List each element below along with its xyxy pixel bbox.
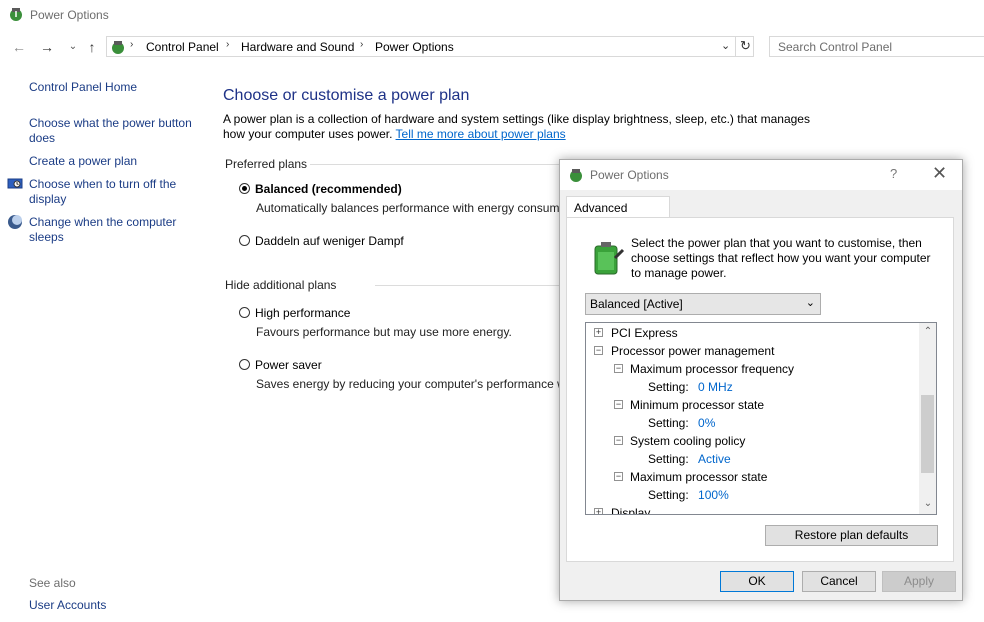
plan-name-custom[interactable]: Daddeln auf weniger Dampf <box>255 234 404 248</box>
setting-label: Setting: <box>648 452 689 466</box>
tree-label: System cooling policy <box>630 434 746 448</box>
sidebar-link-create-plan[interactable]: Create a power plan <box>29 154 137 169</box>
control-panel-icon <box>112 41 124 54</box>
breadcrumb-hardware-and-sound[interactable]: Hardware and Sound <box>241 40 354 54</box>
dialog-title: Power Options <box>590 168 669 182</box>
breadcrumb-separator-icon: › <box>226 39 230 50</box>
tree-label: Maximum processor frequency <box>630 362 795 376</box>
apply-button[interactable]: Apply <box>882 571 956 592</box>
see-also-label: See also <box>29 576 76 590</box>
window-title: Power Options <box>30 8 109 22</box>
tree-label: Processor power management <box>611 344 775 358</box>
sidebar-link-power-button[interactable]: Choose what the power button does <box>29 116 204 146</box>
plan-radio-custom[interactable] <box>239 235 250 246</box>
tree-label: Maximum processor state <box>630 470 768 484</box>
setting-label: Setting: <box>648 380 689 394</box>
window-titlebar: Power Options <box>0 0 984 30</box>
scroll-down-arrow-icon[interactable]: ⌄ <box>922 498 934 510</box>
forward-arrow-icon[interactable]: → <box>38 38 56 56</box>
plan-select[interactable]: Balanced [Active] ⌄ <box>585 293 821 315</box>
power-options-dialog: Power Options ? ✕ Advanced settings Sele… <box>559 159 963 601</box>
moon-icon <box>8 215 22 229</box>
plan-radio-balanced[interactable] <box>239 183 250 194</box>
up-arrow-icon[interactable]: ↑ <box>83 38 101 56</box>
setting-value[interactable]: 0% <box>698 416 715 430</box>
collapse-icon[interactable]: − <box>594 346 603 355</box>
collapse-icon[interactable]: − <box>614 436 623 445</box>
intro-text: Select the power plan that you want to c… <box>631 236 931 280</box>
address-divider <box>735 37 736 56</box>
breadcrumb-separator-icon: › <box>130 39 134 50</box>
setting-label: Setting: <box>648 416 689 430</box>
control-panel-home-link[interactable]: Control Panel Home <box>29 80 137 95</box>
monitor-clock-icon <box>7 178 23 189</box>
sidebar-link-display-off[interactable]: Choose when to turn off the display <box>29 177 204 207</box>
expand-icon[interactable]: + <box>594 328 603 337</box>
breadcrumb-power-options[interactable]: Power Options <box>375 40 454 54</box>
breadcrumb-control-panel[interactable]: Control Panel <box>146 40 219 54</box>
tree-label: PCI Express <box>611 326 678 340</box>
setting-value[interactable]: 0 MHz <box>698 380 733 394</box>
plan-desc-high-performance: Favours performance but may use more ene… <box>256 325 512 339</box>
close-icon[interactable]: ✕ <box>932 163 947 184</box>
dialog-titlebar: Power Options ? ✕ <box>560 160 962 190</box>
search-box[interactable]: Search Control Panel <box>769 36 984 57</box>
plan-desc-balanced: Automatically balances performance with … <box>256 201 559 215</box>
power-options-icon <box>10 8 22 21</box>
tree-setting-cooling-policy[interactable]: Setting: Active <box>648 450 731 468</box>
tree-setting-max-frequency[interactable]: Setting: 0 MHz <box>648 378 733 396</box>
breadcrumb-separator-icon: › <box>360 39 364 50</box>
tree-setting-max-processor-state[interactable]: Setting: 100% <box>648 486 729 504</box>
plan-select-value: Balanced [Active] <box>590 297 683 311</box>
cancel-button[interactable]: Cancel <box>802 571 876 592</box>
setting-label: Setting: <box>648 488 689 502</box>
recent-locations-chevron-icon[interactable]: ⌄ <box>64 38 82 56</box>
tab-advanced-settings[interactable]: Advanced settings <box>566 196 670 229</box>
back-arrow-icon[interactable]: ← <box>10 38 28 56</box>
tree-scrollbar[interactable]: ⌃ ⌄ <box>919 323 936 514</box>
tree-setting-min-processor-state[interactable]: Setting: 0% <box>648 414 715 432</box>
preferred-plans-label: Preferred plans <box>225 157 308 171</box>
help-button[interactable]: ? <box>890 166 897 181</box>
collapse-icon[interactable]: − <box>614 364 623 373</box>
divider <box>310 164 560 165</box>
user-accounts-link[interactable]: User Accounts <box>29 598 106 613</box>
settings-tree[interactable]: + PCI Express − Processor power manageme… <box>585 322 937 515</box>
refresh-icon[interactable]: ↻ <box>740 38 751 54</box>
chevron-down-icon: ⌄ <box>805 297 815 309</box>
scroll-thumb[interactable] <box>921 395 934 473</box>
plan-desc-power-saver: Saves energy by reducing your computer's… <box>256 377 559 391</box>
sidebar-link-sleep[interactable]: Change when the computer sleeps <box>29 215 204 245</box>
plan-radio-power-saver[interactable] <box>239 359 250 370</box>
ok-button[interactable]: OK <box>720 571 794 592</box>
restore-defaults-button[interactable]: Restore plan defaults <box>765 525 938 546</box>
setting-value[interactable]: Active <box>698 452 731 466</box>
search-placeholder: Search Control Panel <box>778 40 893 54</box>
plan-name-power-saver[interactable]: Power saver <box>255 358 322 372</box>
tree-label: Display <box>611 506 651 515</box>
plan-name-balanced[interactable]: Balanced (recommended) <box>255 182 402 196</box>
plan-radio-high-performance[interactable] <box>239 307 250 318</box>
address-bar[interactable]: › Control Panel › Hardware and Sound › P… <box>106 36 754 57</box>
power-options-icon <box>570 169 582 182</box>
scroll-up-arrow-icon[interactable]: ⌃ <box>922 326 934 338</box>
divider <box>375 285 560 286</box>
collapse-icon[interactable]: − <box>614 472 623 481</box>
address-dropdown-chevron-icon[interactable]: ⌄ <box>721 39 730 52</box>
battery-plug-icon <box>594 242 625 275</box>
tree-label: Minimum processor state <box>630 398 765 412</box>
page-description: A power plan is a collection of hardware… <box>223 112 823 142</box>
collapse-icon[interactable]: − <box>614 400 623 409</box>
page-title: Choose or customise a power plan <box>223 87 470 104</box>
advanced-settings-panel: Select the power plan that you want to c… <box>566 217 954 562</box>
learn-more-link[interactable]: Tell me more about power plans <box>396 127 566 141</box>
plan-name-high-performance[interactable]: High performance <box>255 306 350 320</box>
hide-additional-plans-label[interactable]: Hide additional plans <box>225 278 336 292</box>
expand-icon[interactable]: + <box>594 508 603 514</box>
setting-value[interactable]: 100% <box>698 488 729 502</box>
